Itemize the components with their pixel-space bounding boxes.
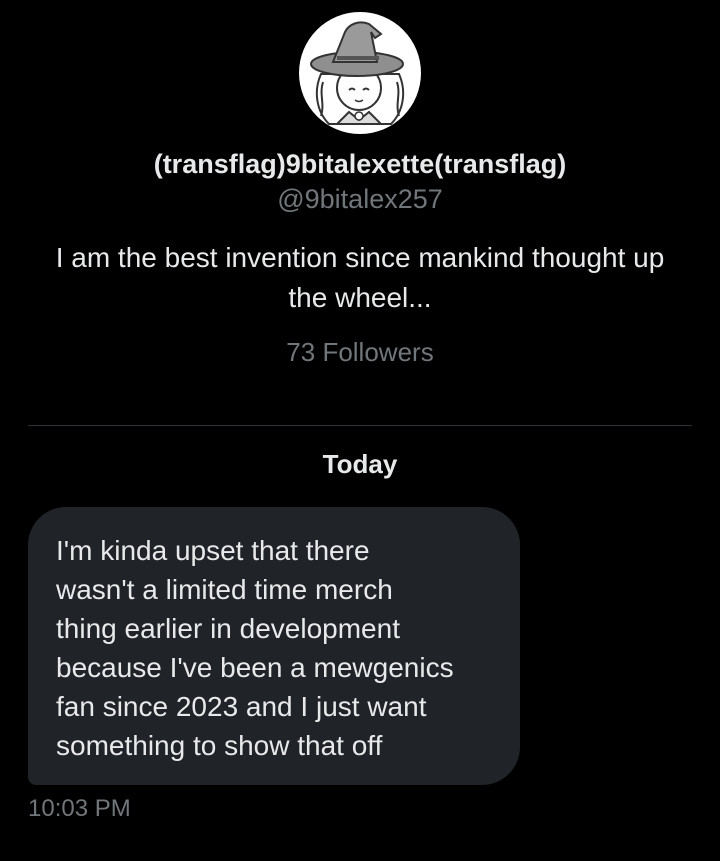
message-text: I'm kinda upset that there wasn't a limi… [56,535,454,761]
divider [28,425,692,426]
display-name[interactable]: (transflag)9bitalexette(transflag) [0,146,720,182]
message-bubble[interactable]: I'm kinda upset that there wasn't a limi… [28,507,520,785]
followers-count[interactable]: 73 Followers [0,334,720,370]
user-handle[interactable]: @9bitalex257 [0,181,720,217]
witch-avatar-icon [310,21,405,125]
profile-bio: I am the best invention since mankind th… [55,242,665,313]
message-timestamp: 10:03 PM [28,795,131,822]
avatar[interactable] [299,12,421,134]
date-separator: Today [322,449,398,479]
